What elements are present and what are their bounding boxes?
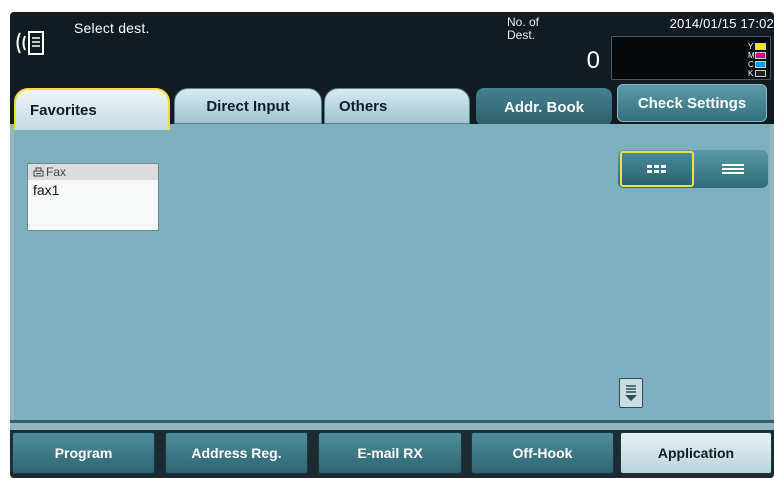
view-mode-toggle: [618, 150, 768, 188]
tab-others[interactable]: Others: [324, 88, 470, 124]
header: Select dest. No. of Dest. 0 2014/01/15 1…: [10, 12, 774, 84]
destination-type: Fax: [46, 165, 67, 179]
list-view-icon: [722, 164, 744, 174]
toner-m: M: [748, 51, 766, 60]
off-hook-button[interactable]: Off-Hook: [471, 432, 614, 474]
destination-card[interactable]: Fax fax1: [27, 163, 159, 231]
grid-view-icon: [647, 165, 666, 173]
scroll-down-icon: [625, 385, 637, 401]
toner-c: C: [748, 60, 766, 69]
fax-machine-icon: [33, 167, 44, 177]
toner-level-indicator: Y M C K: [611, 36, 771, 80]
dest-count: 0: [586, 47, 600, 74]
tab-favorites[interactable]: Favorites: [14, 88, 170, 130]
toner-y: Y: [748, 42, 766, 51]
fax-destination-screen: Select dest. No. of Dest. 0 2014/01/15 1…: [10, 12, 774, 478]
tab-address-book[interactable]: Addr. Book: [476, 88, 612, 126]
destination-list-area: Fax fax1: [14, 124, 770, 420]
program-button[interactable]: Program: [12, 432, 155, 474]
destination-type-header: Fax: [28, 164, 158, 180]
toner-c-bar: [755, 61, 766, 68]
application-button[interactable]: Application: [620, 432, 772, 474]
list-view-button[interactable]: [700, 151, 766, 187]
datetime: 2014/01/15 17:02: [669, 16, 774, 31]
toner-y-bar: [755, 43, 766, 50]
toner-k-bar: [755, 70, 766, 77]
page-title: Select dest.: [74, 20, 150, 36]
destination-name: fax1: [33, 182, 60, 198]
fax-icon: [16, 31, 44, 55]
check-settings-button[interactable]: Check Settings: [617, 84, 767, 122]
panel-divider: [10, 420, 774, 423]
email-rx-button[interactable]: E-mail RX: [318, 432, 462, 474]
grid-view-button[interactable]: [620, 151, 694, 187]
toner-k: K: [748, 69, 766, 78]
dest-count-label: No. of Dest.: [507, 15, 540, 42]
destination-panel: Fax fax1: [10, 124, 774, 430]
tab-direct-input[interactable]: Direct Input: [174, 88, 322, 124]
address-reg-button[interactable]: Address Reg.: [165, 432, 308, 474]
toner-m-bar: [755, 52, 766, 59]
scroll-down-button[interactable]: [619, 378, 643, 408]
bottom-bar: Program Address Reg. E-mail RX Off-Hook …: [10, 430, 774, 478]
